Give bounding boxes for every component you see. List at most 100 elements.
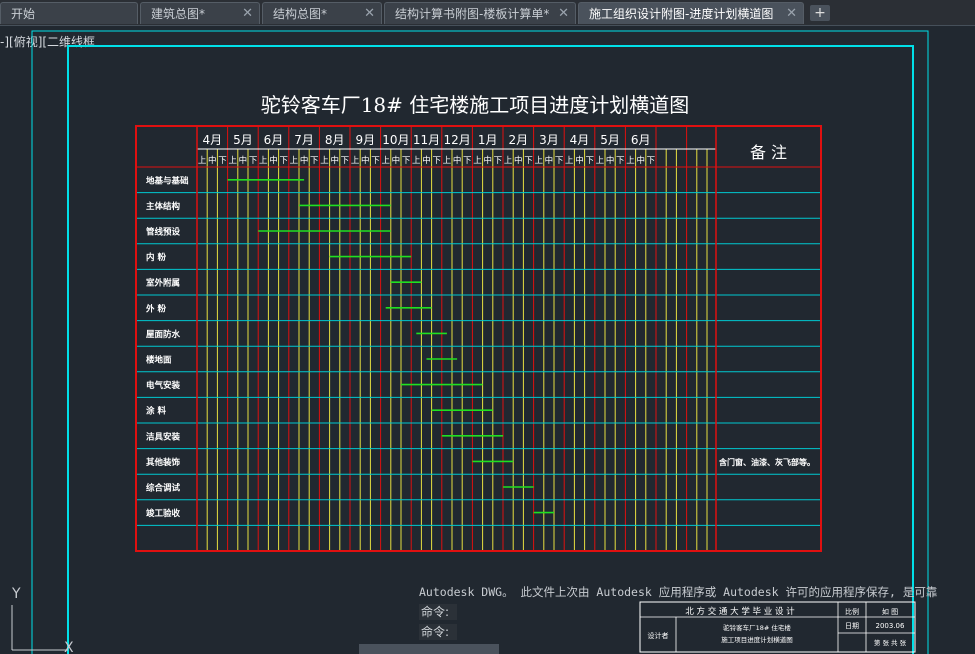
period-label: 下	[249, 156, 258, 166]
task-name: 内 粉	[146, 252, 166, 263]
period-label: 上	[381, 156, 390, 166]
tab-architecture-plan[interactable]: 建筑总图* ✕	[140, 2, 260, 24]
task-name: 电气安装	[146, 380, 181, 391]
period-label: 中	[483, 155, 492, 166]
drawing-limits-frame	[31, 30, 929, 654]
month-label: 1月	[478, 133, 498, 147]
period-label: 中	[239, 155, 248, 166]
period-label: 下	[524, 156, 533, 166]
period-label: 上	[565, 156, 574, 166]
task-name: 管线预设	[146, 227, 181, 238]
period-label: 中	[269, 155, 278, 166]
period-label: 上	[228, 156, 237, 166]
period-label: 上	[351, 156, 360, 166]
period-label: 上	[198, 156, 207, 166]
period-label: 下	[341, 156, 350, 166]
period-label: 上	[290, 156, 299, 166]
period-label: 下	[463, 156, 472, 166]
period-label: 中	[392, 155, 401, 166]
period-label: 上	[626, 156, 635, 166]
tab-label: 开始	[11, 7, 36, 21]
tab-structure-plan[interactable]: 结构总图* ✕	[262, 2, 382, 24]
tab-slab-calculation[interactable]: 结构计算书附图-楼板计算单* ✕	[384, 2, 576, 24]
task-name: 涂 料	[146, 406, 166, 417]
remarks-header: 备 注	[750, 143, 787, 162]
ucs-x-label: X	[64, 640, 74, 654]
task-name: 综合调试	[146, 483, 181, 494]
period-label: 上	[504, 156, 513, 166]
period-label: 下	[279, 156, 288, 166]
table-frame	[135, 125, 822, 552]
month-label: 6月	[264, 133, 284, 147]
month-label: 5月	[233, 133, 253, 147]
period-label: 中	[422, 155, 431, 166]
period-label: 下	[585, 156, 594, 166]
titleblock-sheet: 第 张 共 张	[874, 638, 907, 647]
period-label: 上	[443, 156, 452, 166]
gantt-table: 4月 5月 6月 7月 8月 9月 10月 11月 12月 1月 2月 3月 4月 5月 6月上中下上中下上…	[135, 125, 822, 552]
tab-label: 结构总图*	[273, 7, 328, 21]
tab-label: 建筑总图*	[151, 7, 206, 21]
period-label: 下	[371, 156, 380, 166]
period-label: 上	[473, 156, 482, 166]
tab-start[interactable]: 开始	[0, 2, 138, 24]
month-label: 8月	[325, 133, 345, 147]
close-icon[interactable]: ✕	[364, 3, 375, 24]
title-block: 北 方 交 通 大 学 毕 业 设 计 设计者 驼铃客车厂18# 住宅楼 施工项…	[639, 601, 916, 653]
period-label: 中	[300, 155, 309, 166]
period-label: 下	[647, 156, 656, 166]
command-history-prompt: 命令:	[419, 624, 457, 640]
month-label: 11月	[413, 133, 440, 147]
task-name: 地基与基础	[146, 175, 189, 186]
close-icon[interactable]: ✕	[242, 3, 253, 24]
period-label: 中	[575, 155, 584, 166]
month-label: 3月	[539, 133, 559, 147]
ucs-icon: Y X	[11, 586, 74, 654]
period-label: 中	[545, 155, 554, 166]
close-icon[interactable]: ✕	[786, 3, 797, 24]
period-label: 下	[218, 156, 227, 166]
drawing-canvas[interactable]: 驼铃客车厂18# 住宅楼施工项目进度计划横道图 4月 5月 6月 7月 8月 9月 10月 1…	[0, 25, 975, 654]
titleblock-date-value: 2003.06	[876, 622, 905, 630]
period-label: 中	[330, 155, 339, 166]
month-label: 9月	[355, 133, 375, 147]
month-label: 10月	[382, 133, 409, 147]
task-name: 楼地面	[146, 355, 172, 366]
month-label: 4月	[570, 133, 590, 147]
period-label: 中	[453, 155, 462, 166]
tab-label: 结构计算书附图-楼板计算单*	[395, 7, 550, 21]
period-label: 上	[412, 156, 421, 166]
period-label: 下	[402, 156, 411, 166]
task-name: 外 粉	[145, 303, 166, 314]
close-icon[interactable]: ✕	[558, 3, 569, 24]
month-label: 2月	[508, 133, 528, 147]
month-label: 7月	[294, 133, 314, 147]
tab-progress-chart[interactable]: 施工组织设计附图-进度计划横道图 ✕	[578, 2, 804, 24]
document-tab-bar: 开始 建筑总图* ✕ 结构总图* ✕ 结构计算书附图-楼板计算单* ✕ 施工组织…	[0, 0, 975, 26]
remark-text: 含门窗、油漆、灰飞部等。	[719, 457, 815, 467]
new-tab-button[interactable]: +	[810, 5, 830, 21]
titleblock-project-line1: 驼铃客车厂18# 住宅楼	[723, 623, 791, 632]
month-label: 4月	[202, 133, 222, 147]
titleblock-scale-label: 比例	[845, 607, 859, 616]
command-input[interactable]	[359, 644, 499, 654]
titleblock-scale-value: 如 图	[882, 607, 898, 616]
period-label: 下	[555, 156, 564, 166]
titleblock-date-label: 日期	[845, 622, 859, 630]
month-label: 5月	[600, 133, 620, 147]
period-label: 中	[636, 155, 645, 166]
titleblock-designer-label: 设计者	[648, 631, 669, 640]
task-name: 屋面防水	[146, 329, 181, 340]
period-label: 下	[616, 156, 625, 166]
period-label: 中	[208, 155, 217, 166]
period-label: 上	[534, 156, 543, 166]
titleblock-school: 北 方 交 通 大 学 毕 业 设 计	[685, 606, 795, 617]
task-name: 主体结构	[146, 201, 181, 212]
task-name: 洁具安装	[146, 431, 181, 442]
chart-title: 驼铃客车厂18# 住宅楼施工项目进度计划横道图	[261, 93, 690, 117]
period-label: 中	[514, 155, 523, 166]
period-label: 下	[494, 156, 503, 166]
period-label: 上	[320, 156, 329, 166]
tab-label: 施工组织设计附图-进度计划横道图	[589, 7, 774, 21]
period-label: 上	[596, 156, 605, 166]
